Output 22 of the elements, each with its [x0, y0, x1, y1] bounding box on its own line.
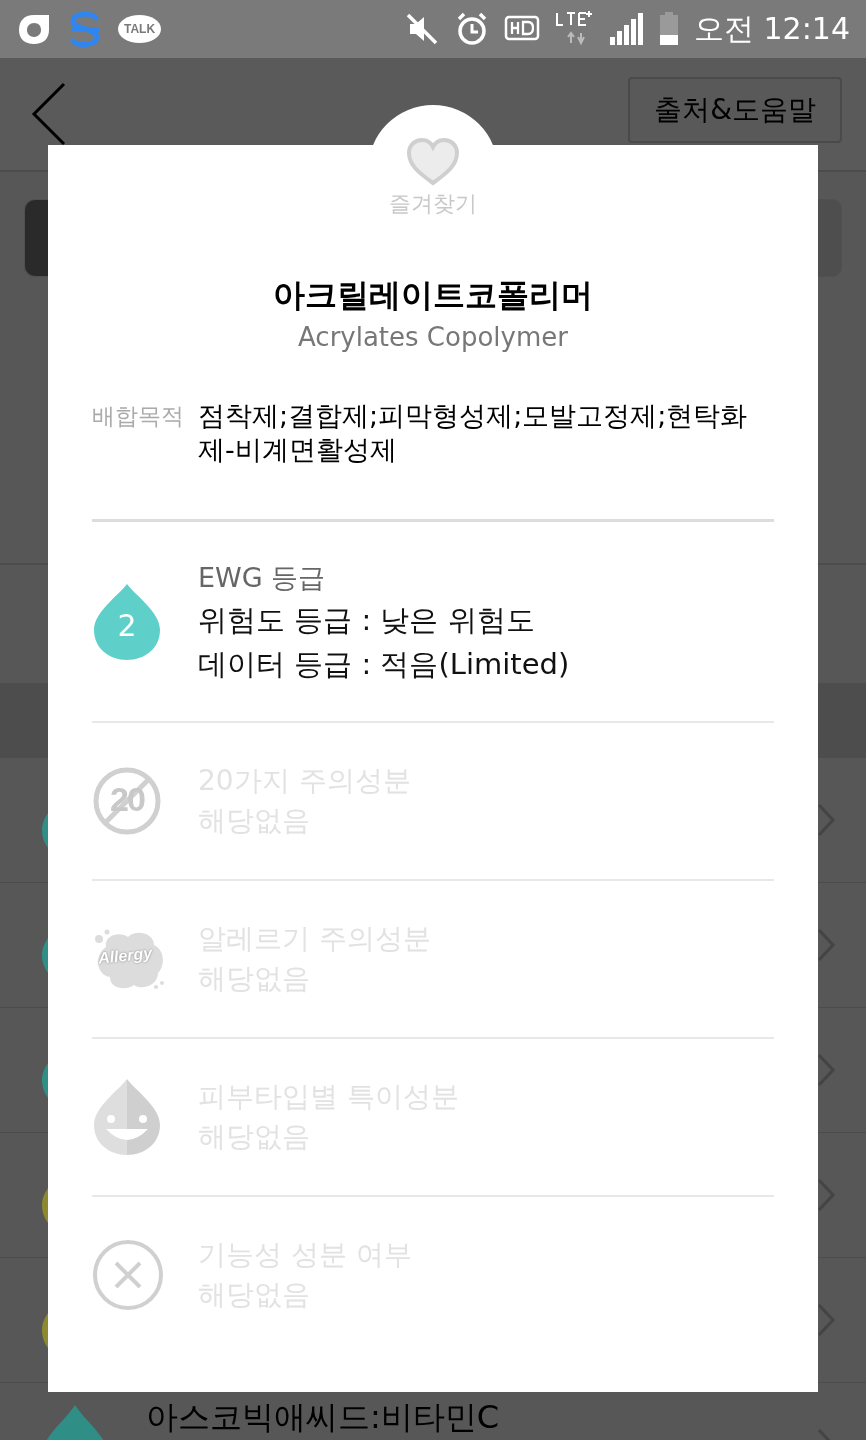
help-button[interactable]: 출처&도움말: [628, 77, 842, 143]
chat-bubble-icon: TALK: [118, 15, 162, 43]
section-value: 위험도 등급 : 낮은 위험도: [198, 601, 535, 639]
section-value: 데이터 등급 : 적음(Limited): [198, 645, 570, 683]
purpose-text: 점착제;결합제;피막형성제;모발고정제;현탁화제-비계면활성제: [198, 399, 749, 467]
purpose-label: 배합목적: [92, 402, 184, 431]
mute-icon: [404, 11, 440, 47]
chevron-icon: [816, 802, 836, 838]
ingredient-name: 아스코빅애씨드:비타민C: [146, 1399, 501, 1435]
chevron-icon: [816, 927, 836, 963]
ingredient-subtitle: Acrylates Copolymer: [297, 321, 569, 354]
section-heading: EWG 등급: [198, 560, 326, 595]
clock-time: 오전 12:14: [694, 9, 850, 48]
ingredient-title: 아크릴레이트코폴리머: [272, 275, 594, 316]
smiling-drop-icon: [92, 1077, 162, 1157]
chevron-icon: [816, 1177, 836, 1213]
battery-icon: [658, 11, 680, 47]
close-circle-icon: [92, 1239, 164, 1311]
chevron-icon: [816, 1052, 836, 1088]
signal-icon: [608, 11, 644, 47]
heart-icon: [405, 137, 461, 187]
chevron-icon: [816, 1302, 836, 1338]
